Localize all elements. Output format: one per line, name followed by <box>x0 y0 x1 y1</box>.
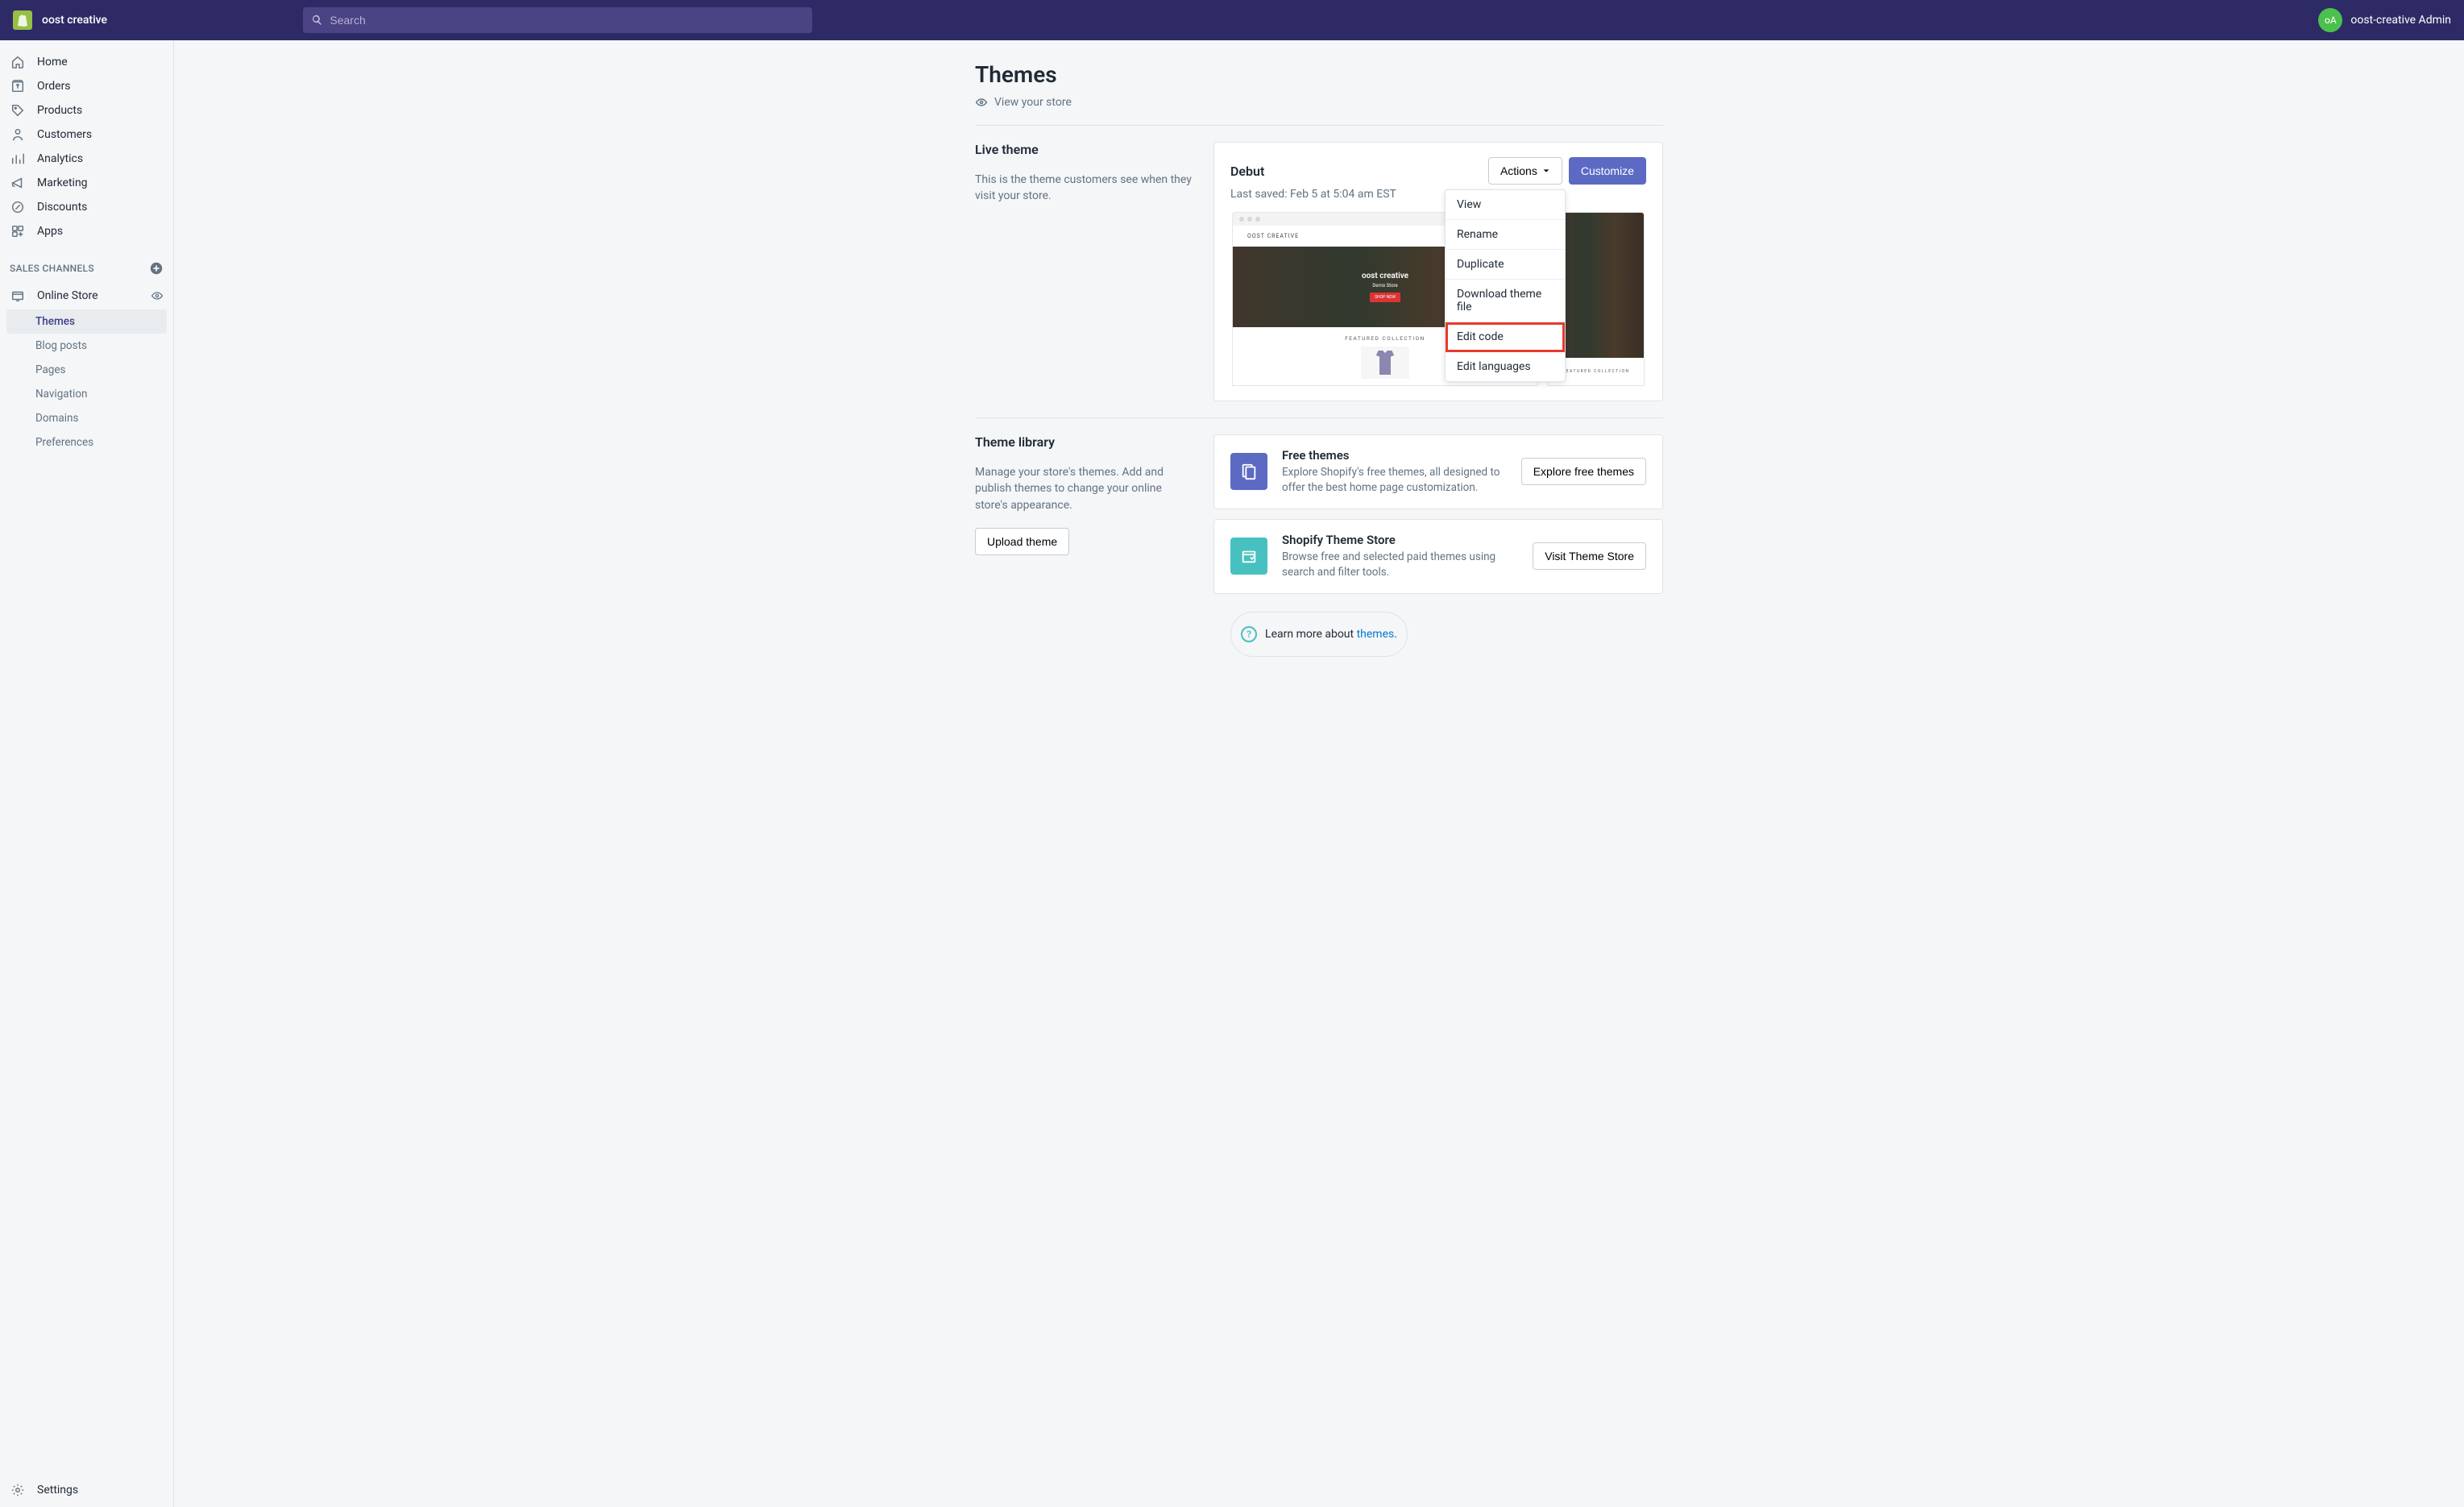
user-label: oost-creative Admin <box>2350 14 2451 27</box>
apps-icon <box>10 223 26 239</box>
orders-icon <box>10 78 26 94</box>
customize-button[interactable]: Customize <box>1569 157 1646 185</box>
nav-products[interactable]: Products <box>0 98 173 122</box>
library-desc: Manage your store's themes. Add and publ… <box>975 464 1194 513</box>
nav-label: Discounts <box>37 201 87 214</box>
sales-channels-label: SALES CHANNELS <box>10 263 94 274</box>
learn-more-text: Learn more about themes. <box>1265 628 1397 641</box>
sidebar: Home Orders Products Customers Analytics… <box>0 40 174 1507</box>
online-store-icon <box>10 288 26 304</box>
view-store-link[interactable]: View your store <box>975 96 1663 109</box>
nav-orders[interactable]: Orders <box>0 74 173 98</box>
visit-theme-store-button[interactable]: Visit Theme Store <box>1533 542 1646 570</box>
live-theme-title: Live theme <box>975 142 1194 157</box>
dropdown-item-view[interactable]: View <box>1446 190 1565 220</box>
customers-icon <box>10 127 26 143</box>
learn-more-pill: ? Learn more about themes. <box>1230 612 1408 657</box>
sidebar-item-online-store[interactable]: Online Store <box>0 284 173 308</box>
theme-preview: OOST CREATIVE HomeCatalog oost creative … <box>1230 212 1646 386</box>
discounts-icon <box>10 199 26 215</box>
nav-label: Apps <box>37 225 63 238</box>
add-channel-icon[interactable] <box>149 261 164 276</box>
free-themes-card: Free themes Explore Shopify's free theme… <box>1213 434 1663 509</box>
nav-label: Home <box>37 56 68 68</box>
logo-block[interactable]: oost creative <box>13 10 174 30</box>
products-icon <box>10 102 26 118</box>
free-themes-desc: Explore Shopify's free themes, all desig… <box>1282 465 1507 496</box>
view-store-icon[interactable] <box>151 289 164 302</box>
dropdown-item-edit-languages[interactable]: Edit languages <box>1446 352 1565 381</box>
dropdown-item-edit-code[interactable]: Edit code <box>1446 322 1565 352</box>
upload-theme-button[interactable]: Upload theme <box>975 528 1069 555</box>
nav-home[interactable]: Home <box>0 50 173 74</box>
nav-label: Marketing <box>37 176 88 189</box>
theme-store-icon <box>1230 538 1267 575</box>
shopify-logo-icon <box>13 10 32 30</box>
live-theme-card: Debut Actions Customize View Rename Dupl… <box>1213 142 1663 401</box>
theme-name: Debut <box>1230 164 1264 179</box>
nav-marketing[interactable]: Marketing <box>0 171 173 195</box>
library-title: Theme library <box>975 434 1194 450</box>
actions-button[interactable]: Actions <box>1488 157 1562 185</box>
last-saved: Last saved: Feb 5 at 5:04 am EST <box>1230 188 1646 201</box>
nav-discounts[interactable]: Discounts <box>0 195 173 219</box>
topbar: oost creative oA oost-creative Admin <box>0 0 2464 40</box>
dropdown-item-rename[interactable]: Rename <box>1446 220 1565 250</box>
theme-store-desc: Browse free and selected paid themes usi… <box>1282 550 1518 580</box>
search-box[interactable] <box>303 7 812 33</box>
live-theme-desc: This is the theme customers see when the… <box>975 172 1194 205</box>
user-block[interactable]: oA oost-creative Admin <box>2318 8 2451 32</box>
actions-dropdown: View Rename Duplicate Download theme fil… <box>1445 189 1566 382</box>
theme-store-card: Shopify Theme Store Browse free and sele… <box>1213 519 1663 594</box>
home-icon <box>10 54 26 70</box>
settings-label: Settings <box>37 1484 78 1497</box>
nav-label: Customers <box>37 128 92 141</box>
eye-icon <box>975 96 988 109</box>
marketing-icon <box>10 175 26 191</box>
avatar: oA <box>2318 8 2342 32</box>
free-themes-icon <box>1230 453 1267 490</box>
theme-store-title: Shopify Theme Store <box>1282 533 1518 547</box>
analytics-icon <box>10 151 26 167</box>
nav-label: Analytics <box>37 152 83 165</box>
nav-customers[interactable]: Customers <box>0 122 173 147</box>
chevron-down-icon <box>1542 167 1550 175</box>
sidebar-item-themes[interactable]: Themes <box>6 309 167 334</box>
sidebar-item-preferences[interactable]: Preferences <box>0 430 173 455</box>
help-icon: ? <box>1241 626 1257 642</box>
live-theme-info: Live theme This is the theme customers s… <box>975 142 1194 401</box>
learn-themes-link[interactable]: themes <box>1357 628 1395 641</box>
page-title: Themes <box>975 61 1663 88</box>
sidebar-item-domains[interactable]: Domains <box>0 406 173 430</box>
dropdown-item-download[interactable]: Download theme file <box>1446 280 1565 322</box>
free-themes-title: Free themes <box>1282 448 1507 463</box>
sidebar-item-navigation[interactable]: Navigation <box>0 382 173 406</box>
nav-label: Products <box>37 104 82 117</box>
search-wrap <box>303 7 812 33</box>
nav-analytics[interactable]: Analytics <box>0 147 173 171</box>
dropdown-item-duplicate[interactable]: Duplicate <box>1446 250 1565 280</box>
online-store-label: Online Store <box>37 289 139 302</box>
page-header: Themes View your store <box>975 61 1663 109</box>
store-name: oost creative <box>42 14 107 27</box>
sidebar-item-blog-posts[interactable]: Blog posts <box>0 334 173 358</box>
nav-label: Orders <box>37 80 71 93</box>
sales-channels-header: SALES CHANNELS <box>0 250 173 284</box>
explore-free-themes-button[interactable]: Explore free themes <box>1521 458 1646 485</box>
nav-apps[interactable]: Apps <box>0 219 173 243</box>
search-icon <box>311 14 323 27</box>
sidebar-item-pages[interactable]: Pages <box>0 358 173 382</box>
sidebar-item-settings[interactable]: Settings <box>0 1473 173 1507</box>
library-info: Theme library Manage your store's themes… <box>975 434 1194 594</box>
main-content: Themes View your store Live theme This i… <box>174 40 2464 1507</box>
search-input[interactable] <box>330 14 804 27</box>
gear-icon <box>10 1482 26 1498</box>
